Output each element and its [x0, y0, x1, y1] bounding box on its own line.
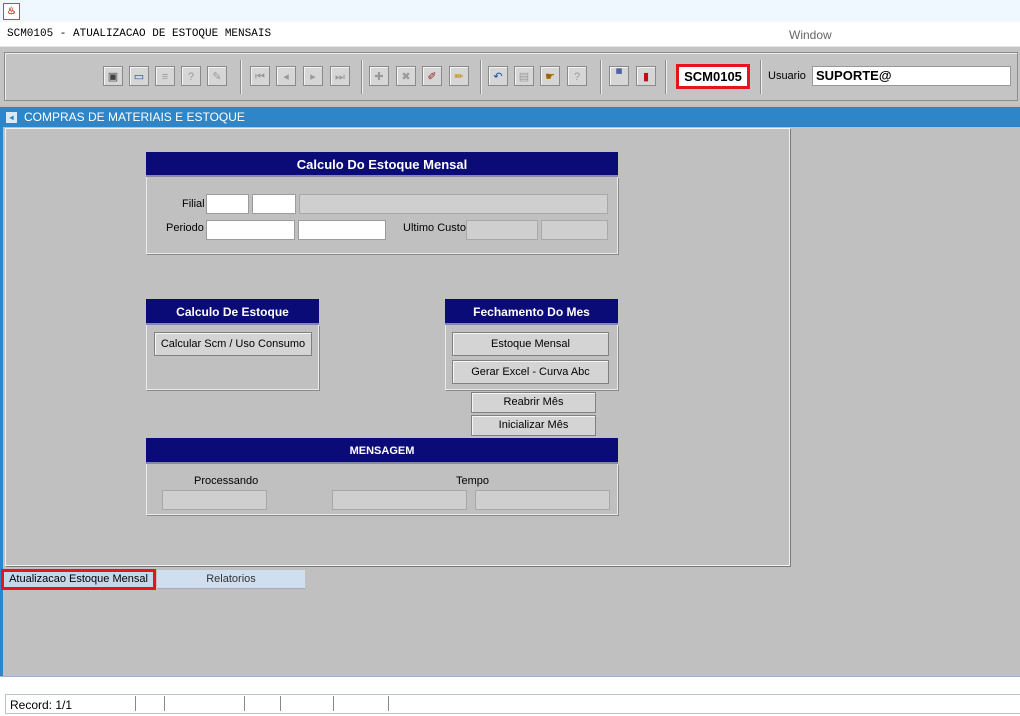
filial-code-field[interactable]	[206, 194, 249, 214]
next-record-icon[interactable]: ▸	[303, 66, 323, 86]
periodo-start-field[interactable]	[206, 220, 295, 240]
print-preview-icon[interactable]: ▭	[129, 66, 149, 86]
processando-label: Processando	[194, 475, 259, 487]
exit-icon[interactable]: ▮	[636, 66, 656, 86]
status-divider	[333, 696, 334, 711]
menu-window[interactable]: Window	[789, 28, 832, 42]
gerar-excel-button[interactable]: Gerar Excel - Curva Abc	[452, 360, 609, 384]
left-border	[0, 127, 3, 677]
filial-label: Filial	[182, 198, 205, 210]
periodo-label: Periodo	[166, 222, 204, 234]
usuario-field[interactable]: SUPORTE@	[812, 66, 1011, 86]
ultimo-custo-field-2	[541, 220, 608, 240]
lov-icon[interactable]: ☛	[540, 66, 560, 86]
query-icon[interactable]: ?	[181, 66, 201, 86]
java-icon: ♨	[3, 3, 20, 20]
toolbar-separator	[480, 60, 482, 94]
print-icon[interactable]: ≡	[155, 66, 175, 86]
calculo-frame-title: Calculo Do Estoque Mensal	[146, 152, 618, 177]
toolbar-separator	[240, 60, 242, 94]
title-bar: ♨	[0, 0, 1020, 22]
mensagem-title: MENSAGEM	[146, 438, 618, 464]
toolbar-separator	[361, 60, 363, 94]
estoque-mensal-button[interactable]: Estoque Mensal	[452, 332, 609, 356]
tab-atualizacao-estoque-mensal[interactable]: Atualizacao Estoque Mensal	[1, 569, 156, 590]
first-record-icon[interactable]: ⏮	[250, 66, 270, 86]
tab-relatorios[interactable]: Relatorios	[157, 570, 305, 589]
undo-icon[interactable]: ↶	[488, 66, 508, 86]
save-icon[interactable]: ▣	[103, 66, 123, 86]
ultimo-custo-label: Ultimo Custo	[403, 222, 466, 234]
section-header: ◂ COMPRAS DE MATERIAIS E ESTOQUE	[0, 107, 1020, 127]
status-divider	[388, 696, 389, 711]
calculo-estoque-title: Calculo De Estoque	[146, 299, 319, 325]
record-indicator: Record: 1/1	[10, 698, 73, 712]
previous-record-icon[interactable]: ◂	[276, 66, 296, 86]
filial-name-field	[299, 194, 608, 214]
calcular-scm-button[interactable]: Calcular Scm / Uso Consumo	[154, 332, 312, 356]
toolbar-separator	[665, 60, 667, 94]
fechamento-title: Fechamento Do Mes	[445, 299, 618, 325]
toolbar-separator	[760, 60, 762, 94]
last-record-icon[interactable]: ⏭	[330, 66, 350, 86]
tempo-field-1	[332, 490, 467, 510]
form-icon: ◂	[6, 112, 17, 123]
filial-sub-field[interactable]	[252, 194, 296, 214]
help-icon[interactable]: ?	[567, 66, 587, 86]
status-divider	[244, 696, 245, 711]
periodo-end-field[interactable]	[298, 220, 386, 240]
form-title: SCM0105 - ATUALIZACAO DE ESTOQUE MENSAIS	[7, 28, 272, 40]
clear-icon[interactable]: ✏	[449, 66, 469, 86]
status-divider	[135, 696, 136, 711]
processando-field	[162, 490, 267, 510]
status-divider	[280, 696, 281, 711]
menu-icon[interactable]: ▦	[609, 66, 629, 86]
inicializar-mes-button[interactable]: Inicializar Mês	[471, 415, 596, 436]
ultimo-custo-field-1	[466, 220, 538, 240]
section-title: COMPRAS DE MATERIAIS E ESTOQUE	[24, 110, 245, 124]
delete-record-icon[interactable]: ✖	[396, 66, 416, 86]
status-bar	[5, 694, 1020, 714]
list-icon[interactable]: ▤	[514, 66, 534, 86]
query-execute-icon[interactable]: ✎	[207, 66, 227, 86]
insert-record-icon[interactable]: ✚	[369, 66, 389, 86]
tempo-label: Tempo	[456, 475, 490, 487]
reabrir-mes-button[interactable]: Reabrir Mês	[471, 392, 596, 413]
calculo-frame	[146, 177, 618, 254]
menu-bar: SCM0105 - ATUALIZACAO DE ESTOQUE MENSAIS…	[0, 22, 1020, 46]
usuario-label: Usuario	[768, 70, 806, 82]
module-code-badge: SCM0105	[676, 64, 750, 89]
edit-record-icon[interactable]: ✐	[422, 66, 442, 86]
toolbar-separator	[600, 60, 602, 94]
tempo-field-2	[475, 490, 610, 510]
status-divider	[164, 696, 165, 711]
